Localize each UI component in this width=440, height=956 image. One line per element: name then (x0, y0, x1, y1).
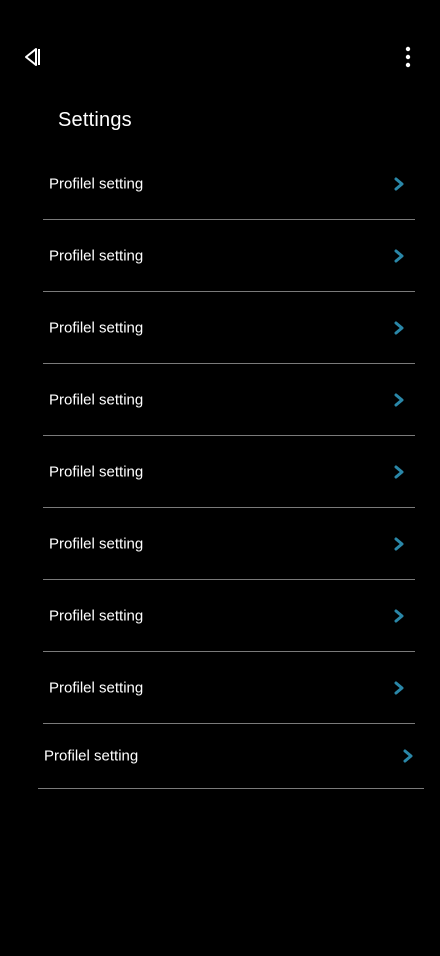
settings-item[interactable]: Profilel setting (43, 364, 415, 436)
settings-item[interactable]: Profilel setting (43, 436, 415, 508)
chevron-right-icon (393, 608, 405, 624)
chevron-right-icon (393, 248, 405, 264)
settings-item[interactable]: Profilel setting (43, 292, 415, 364)
settings-item-label: Profilel setting (44, 747, 139, 764)
settings-item[interactable]: Profilel setting (38, 723, 424, 789)
settings-item-label: Profilel setting (49, 175, 144, 192)
settings-item[interactable]: Profilel setting (43, 148, 415, 220)
chevron-right-icon (402, 748, 414, 764)
more-options-button[interactable] (394, 42, 422, 72)
settings-item[interactable]: Profilel setting (43, 508, 415, 580)
settings-item[interactable]: Profilel setting (43, 220, 415, 292)
settings-item-label: Profilel setting (49, 247, 144, 264)
chevron-right-icon (393, 392, 405, 408)
back-icon (25, 48, 40, 66)
top-bar: Settings (0, 0, 440, 131)
chevron-right-icon (393, 536, 405, 552)
settings-item[interactable]: Profilel setting (43, 580, 415, 652)
settings-item-label: Profilel setting (49, 679, 144, 696)
settings-item-label: Profilel setting (49, 391, 144, 408)
more-vertical-icon (405, 46, 411, 68)
chevron-right-icon (393, 464, 405, 480)
settings-item[interactable]: Profilel setting (43, 652, 415, 724)
settings-item-label: Profilel setting (49, 319, 144, 336)
chevron-right-icon (393, 176, 405, 192)
chevron-right-icon (393, 680, 405, 696)
back-button[interactable] (18, 42, 46, 72)
chevron-right-icon (393, 320, 405, 336)
page-title: Settings (58, 109, 132, 131)
settings-item-label: Profilel setting (49, 535, 144, 552)
settings-item-label: Profilel setting (49, 463, 144, 480)
settings-item-label: Profilel setting (49, 607, 144, 624)
